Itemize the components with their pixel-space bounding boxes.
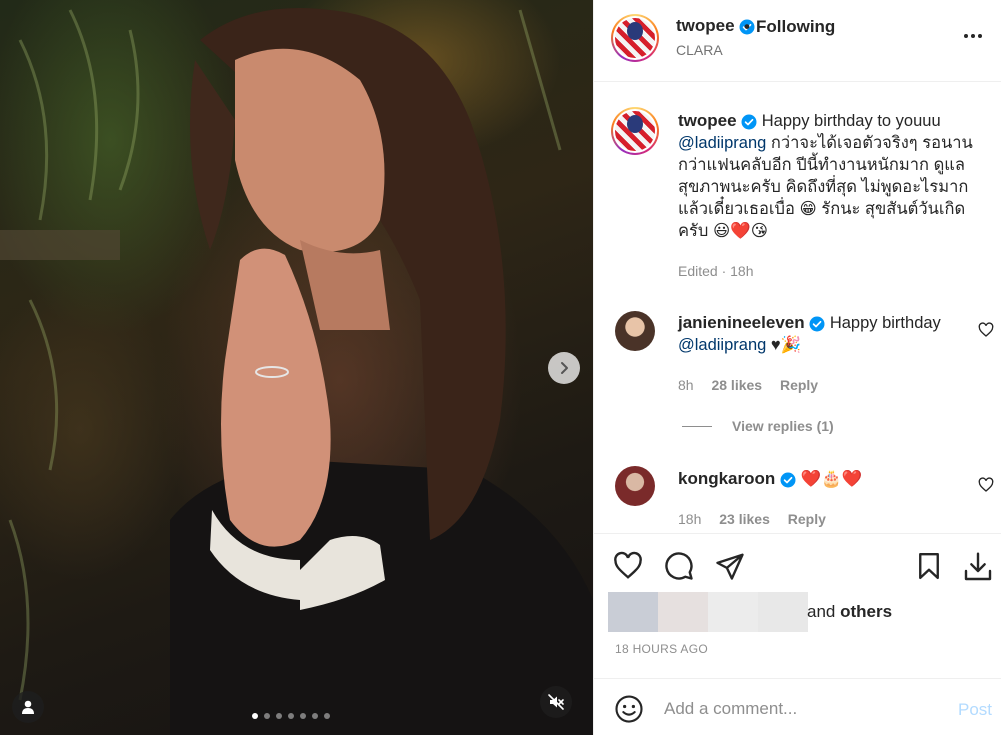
grin-emoji: 😁 <box>799 200 817 218</box>
comment-meta: 8h 28 likes Reply <box>678 377 818 393</box>
carousel-indicator <box>252 713 330 719</box>
like-comment-heart-icon[interactable] <box>978 322 994 338</box>
like-comment-heart-icon[interactable] <box>978 477 994 493</box>
carousel-dot <box>300 713 306 719</box>
post-actions: and others 18 HOURS AGO <box>594 533 1001 678</box>
likes-and: and <box>807 602 836 621</box>
caption-lead: Happy birthday to youuu <box>761 112 941 130</box>
chevron-right-icon <box>561 362 568 374</box>
comment-meta: 18h 23 likes Reply <box>678 511 826 527</box>
post-media[interactable] <box>0 0 593 735</box>
likes-summary[interactable]: and others <box>807 602 892 622</box>
view-replies-label: View replies (1) <box>732 418 834 434</box>
mute-button[interactable] <box>540 686 572 718</box>
post-comment-button[interactable]: Post <box>958 700 992 720</box>
carousel-dot <box>288 713 294 719</box>
carousel-dot <box>324 713 330 719</box>
reply-button[interactable]: Reply <box>780 377 818 393</box>
separator-dot: • <box>744 17 750 36</box>
comment-text: kongkaroon ❤️🎂❤️ <box>678 468 958 490</box>
more-options-icon[interactable] <box>964 26 992 46</box>
author-avatar[interactable] <box>611 14 659 62</box>
comment-input[interactable]: Add a comment... <box>664 699 797 719</box>
comment-text: janienineeleven Happy birthday @ladiipra… <box>678 312 958 356</box>
verified-badge-icon <box>809 316 825 332</box>
next-slide-button[interactable] <box>548 352 580 384</box>
carousel-dot <box>276 713 282 719</box>
verified-badge-icon <box>741 114 757 130</box>
caption-username[interactable]: twopee <box>678 111 737 130</box>
download-icon[interactable] <box>962 551 994 583</box>
commenter-avatar[interactable] <box>615 311 655 351</box>
following-button[interactable]: Following <box>756 17 835 37</box>
caption-avatar[interactable] <box>611 107 659 155</box>
likes-others[interactable]: others <box>840 602 892 621</box>
view-replies-button[interactable]: View replies (1) <box>682 418 834 434</box>
like-heart-icon[interactable] <box>613 551 643 581</box>
caption-edited: Edited · 18h <box>678 263 754 279</box>
user-icon <box>22 700 34 714</box>
post-timestamp[interactable]: 18 HOURS AGO <box>615 642 708 656</box>
carousel-dot <box>312 713 318 719</box>
comment-mention[interactable]: @ladiiprang <box>678 336 766 354</box>
author-username[interactable]: twopee <box>676 16 735 35</box>
photo-scene <box>0 8 593 735</box>
share-paper-plane-icon[interactable] <box>715 551 745 581</box>
comments-section: twopee Happy birthday to youuu @ladiipra… <box>594 83 1001 533</box>
add-comment-bar: Add a comment... Post <box>594 678 1001 735</box>
save-bookmark-icon[interactable] <box>914 551 944 581</box>
caption-mention[interactable]: @ladiiprang <box>678 134 766 152</box>
post-header: twopee • Following CLARA <box>594 0 1001 82</box>
post-location[interactable]: CLARA <box>676 42 723 58</box>
comment-likes[interactable]: 23 likes <box>719 511 770 527</box>
speaker-muted-icon <box>548 694 564 710</box>
tagged-users-button[interactable] <box>12 691 44 723</box>
carousel-dot <box>252 713 258 719</box>
comment-suffix: ♥🎉 <box>770 336 802 354</box>
verified-badge-icon <box>780 472 796 488</box>
comment-body: Happy birthday <box>829 314 941 332</box>
carousel-dot <box>264 713 270 719</box>
comment-username[interactable]: kongkaroon <box>678 469 775 488</box>
comment-icon[interactable] <box>664 551 694 581</box>
commenter-avatar[interactable] <box>615 466 655 506</box>
comment-body: ❤️🎂❤️ <box>800 470 863 488</box>
comment-time[interactable]: 18h <box>678 511 701 527</box>
comment-username[interactable]: janienineeleven <box>678 313 805 332</box>
emoji-smiley-icon[interactable] <box>614 694 644 724</box>
post-details-panel: twopee • Following CLARA twopee Happy bi… <box>593 0 1001 735</box>
caption: twopee Happy birthday to youuu @ladiipra… <box>678 110 978 242</box>
liked-by-avatars[interactable] <box>608 592 808 632</box>
reply-button[interactable]: Reply <box>788 511 826 527</box>
closing-emojis: 😃❤️😘 <box>712 222 768 240</box>
comment-likes[interactable]: 28 likes <box>711 377 762 393</box>
comment-time[interactable]: 8h <box>678 377 694 393</box>
